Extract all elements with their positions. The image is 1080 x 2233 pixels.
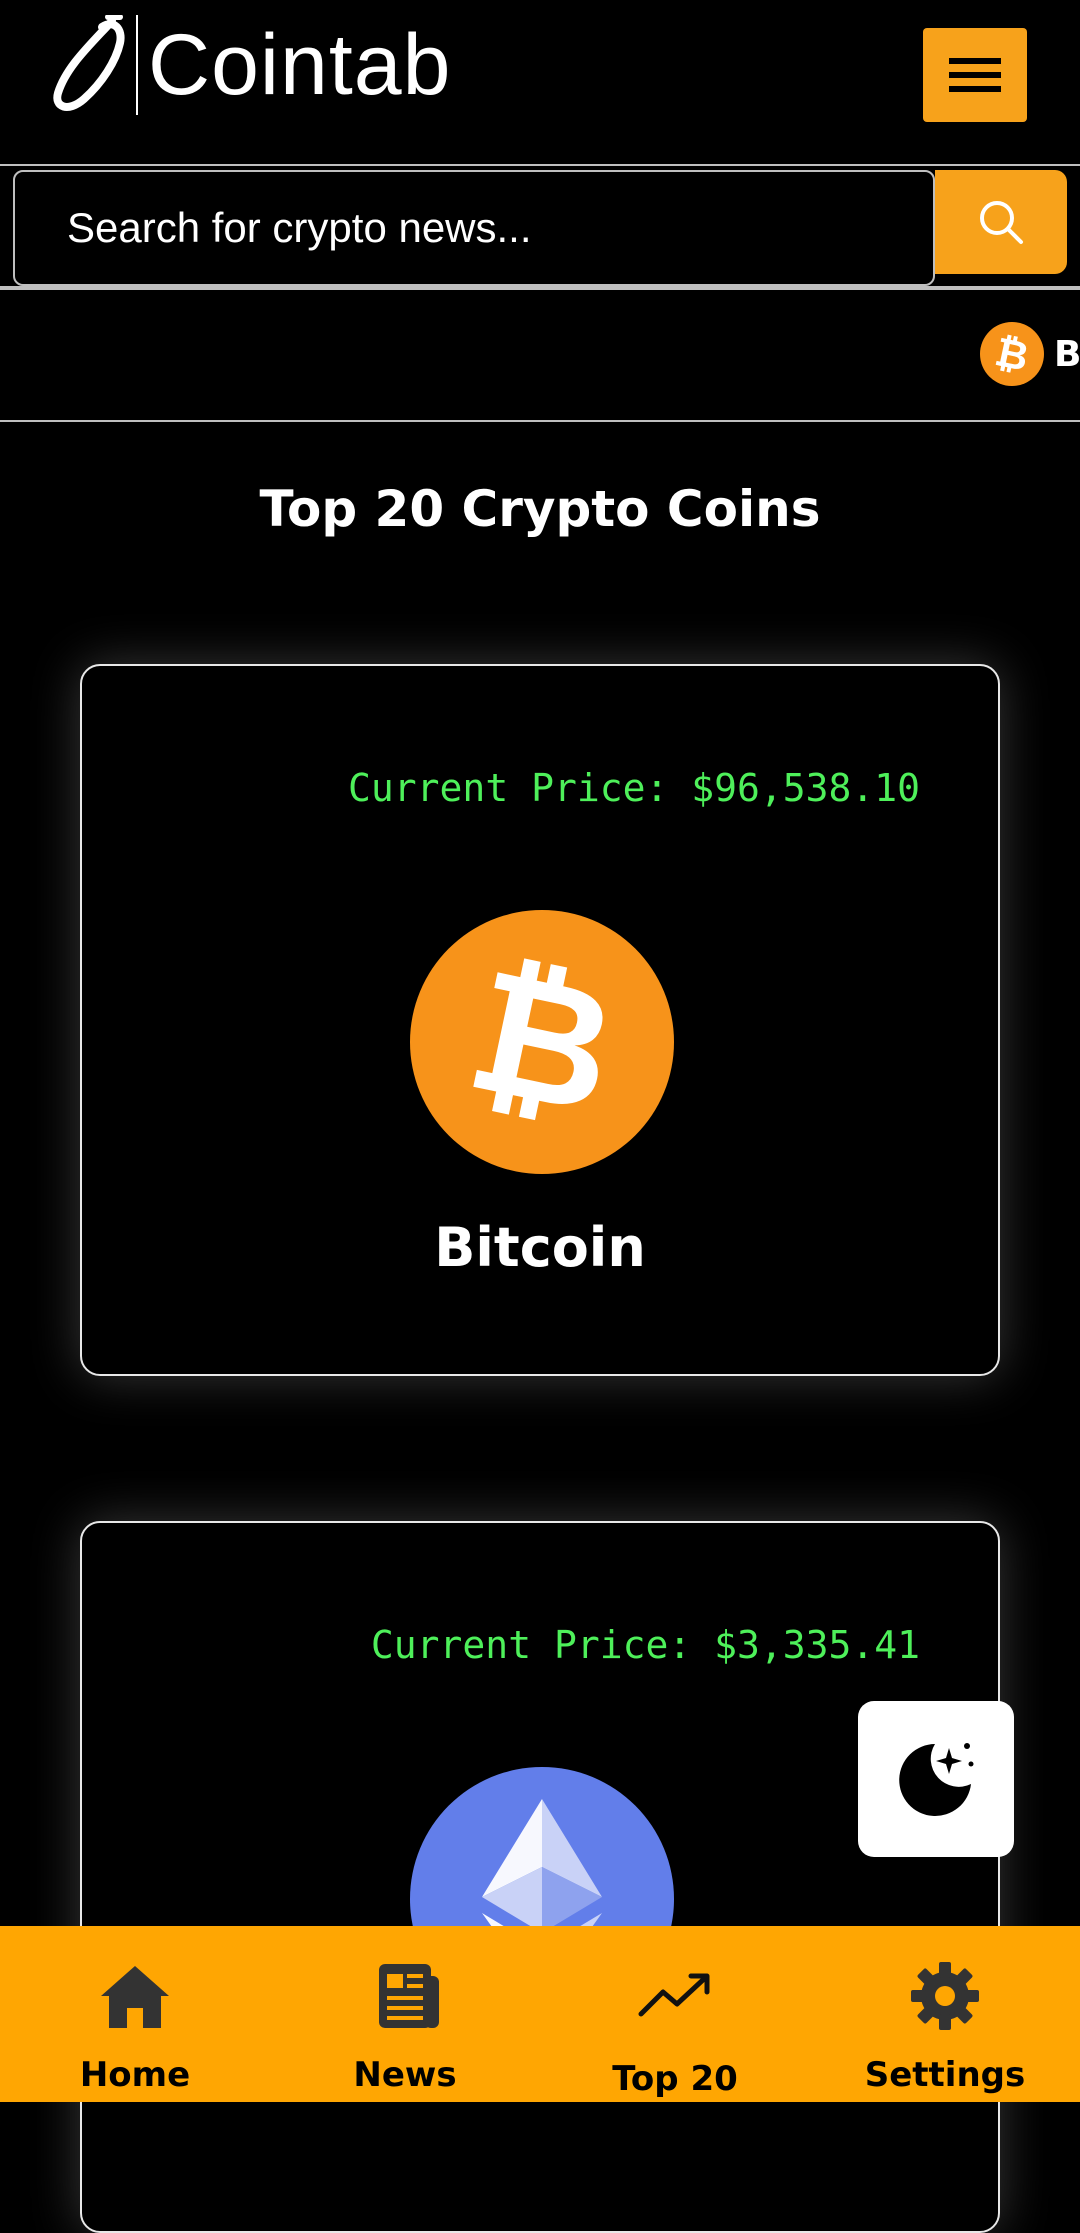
price-ticker: ₿ B [0, 290, 1080, 422]
search-icon [980, 201, 1023, 244]
gear-icon [911, 1962, 979, 2030]
coin-card-ethereum[interactable]: Current Price: $3,335.41 [80, 1521, 1000, 2233]
nav-label: Top 20 [612, 2059, 738, 2099]
nav-label: Home [79, 2055, 191, 2095]
bitcoin-logo-icon: ₿ [980, 322, 1044, 386]
moon-stars-icon [899, 1743, 974, 1816]
nav-settings[interactable]: Settings [810, 1926, 1080, 2102]
menu-button[interactable] [923, 28, 1027, 122]
bitcoin-logo-icon: ₿ [410, 910, 674, 1174]
ticker-item-label: B [1054, 333, 1080, 375]
nav-top-20[interactable]: Top 20 [540, 1926, 810, 2102]
nav-label: News [353, 2055, 457, 2095]
bottom-navigation: Home News Top 20 Settings [0, 1926, 1080, 2102]
hamburger-icon [949, 50, 1001, 100]
coin-card-bitcoin[interactable]: Current Price: $96,538.10 ₿ Bitcoin [80, 664, 1000, 1376]
coin-name: Bitcoin [434, 1216, 646, 1279]
search-button[interactable] [935, 170, 1067, 274]
cointab-mark-icon [53, 15, 125, 111]
nav-news[interactable]: News [270, 1926, 540, 2102]
search-bar: Search for crypto news... [0, 164, 1080, 290]
nav-label: Settings [864, 2055, 1026, 2095]
search-input[interactable]: Search for crypto news... [13, 170, 935, 286]
nav-home[interactable]: Home [0, 1926, 270, 2102]
search-placeholder: Search for crypto news... [67, 204, 532, 251]
newspaper-icon [379, 1964, 439, 2028]
theme-toggle-button[interactable] [858, 1701, 1014, 1857]
coin-price: Current Price: $96,538.10 [348, 766, 920, 810]
home-icon [101, 1966, 169, 2028]
brand-name: Cointab [148, 17, 452, 113]
ticker-item[interactable]: ₿ B [980, 322, 1080, 386]
trending-icon [638, 1973, 710, 2017]
logo-divider [136, 15, 138, 115]
header: Cointab [0, 0, 1080, 164]
brand-logo[interactable]: Cointab [50, 10, 451, 120]
coin-price: Current Price: $3,335.41 [370, 1623, 920, 1667]
page-title: Top 20 Crypto Coins [259, 480, 821, 538]
